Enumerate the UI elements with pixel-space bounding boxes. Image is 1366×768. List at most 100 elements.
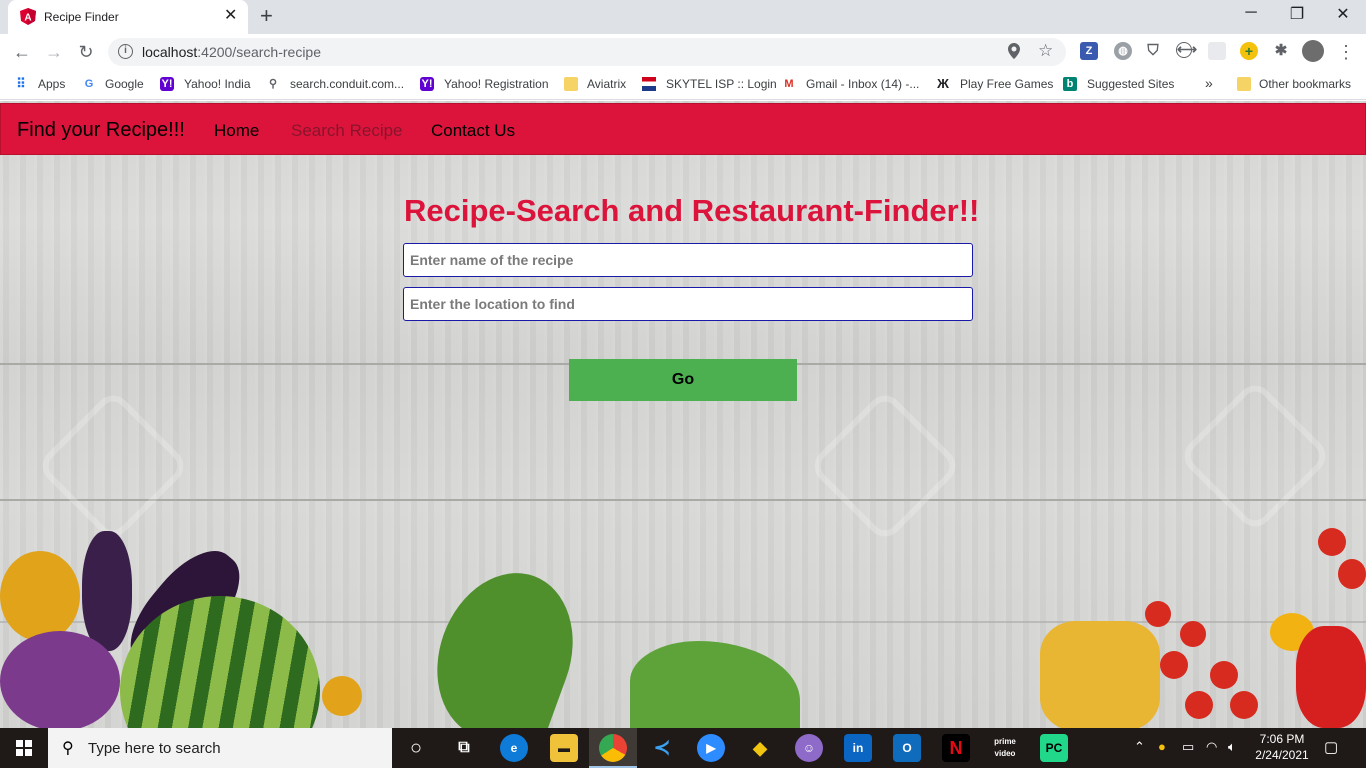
shield-extension-icon[interactable]: ⛉ [1144,42,1162,60]
location-input[interactable] [403,287,973,321]
plank-line [0,499,1366,501]
bookmark-aviatrix[interactable]: Aviatrix [587,77,626,91]
file-explorer-icon[interactable]: ▬ [550,734,578,762]
back-button[interactable]: ← [10,40,34,64]
puzzle-extensions-icon[interactable]: ✱ [1272,42,1290,60]
yahoo-icon: Y! [420,77,434,91]
tray-app-icon[interactable]: ● [1158,739,1166,754]
bookmark-star-icon[interactable]: ☆ [1038,41,1053,61]
bookmarks-overflow-button[interactable]: » [1205,75,1213,91]
bookmark-yahoo-registration[interactable]: Yahoo! Registration [444,77,549,91]
reload-button[interactable]: ↻ [74,40,98,64]
close-tab-icon[interactable]: ✕ [224,7,237,25]
notifications-icon[interactable]: ▢ [1324,738,1338,756]
blank-extension-icon[interactable] [1208,42,1226,60]
plus-extension-icon[interactable]: + [1240,42,1258,60]
watermark-shape [1177,378,1333,534]
squash-decoration [0,551,80,641]
site-info-icon[interactable]: i [118,44,133,59]
wifi-icon[interactable]: ◠ [1206,739,1217,755]
volume-icon[interactable]: 🔈︎ [1228,739,1236,755]
bookmark-suggested-sites[interactable]: Suggested Sites [1087,77,1174,91]
taskbar-search-box[interactable]: ⚲ Type here to search [48,728,392,768]
pycharm-icon[interactable]: PC [1040,734,1068,762]
nav-link-contact-us[interactable]: Contact Us [431,121,515,141]
prime-video-icon[interactable]: prime video [991,734,1019,762]
tab-title: Recipe Finder [44,10,119,24]
eggplant-decoration [82,531,132,651]
bookmark-google[interactable]: Google [105,77,144,91]
cherry-tomato-decoration [1318,528,1346,556]
vpn-extension-icon[interactable]: ⟷ [1176,42,1197,58]
globe-extension-icon[interactable]: ◍ [1114,42,1132,60]
new-tab-button[interactable]: + [260,5,273,27]
chrome-icon[interactable] [599,734,627,762]
navbar-brand[interactable]: Find your Recipe!!! [17,119,185,142]
minimize-button[interactable]: ─ [1228,4,1274,22]
github-desktop-icon[interactable]: ☺ [795,734,823,762]
cherry-tomato-decoration [1145,601,1171,627]
restore-button[interactable]: ❐ [1274,4,1320,24]
gitkraken-icon[interactable]: ◆ [746,734,774,762]
task-view-icon[interactable]: ⧉ [450,734,478,762]
clock-time: 7:06 PM [1259,732,1305,746]
linkedin-icon[interactable]: in [844,734,872,762]
profile-avatar[interactable] [1302,40,1324,62]
show-hidden-icons-chevron-icon[interactable]: ⌃ [1134,739,1145,755]
url-host: localhost [142,44,198,60]
bookmarks-bar: ⠿ Apps G Google Y! Yahoo! India ⚲ search… [0,70,1366,100]
address-bar[interactable]: i localhost:4200/search-recipe ☆ [108,38,1066,66]
watermark-shape [35,388,191,544]
angular-icon: A [20,8,36,25]
google-icon: G [84,78,94,90]
outlook-icon[interactable]: O [893,734,921,762]
tomato-decoration [322,676,362,716]
search-icon: ⚲ [268,78,278,90]
watermark-shape [807,388,963,544]
forward-button[interactable]: → [42,40,66,64]
bookmark-skytel[interactable]: SKYTEL ISP :: Login [666,77,777,91]
nav-link-search-recipe[interactable]: Search Recipe [291,121,403,141]
url-text: localhost:4200/search-recipe [142,44,321,60]
edge-icon[interactable]: e [500,734,528,762]
windows-logo-icon [16,740,32,756]
bookmark-conduit[interactable]: search.conduit.com... [290,77,404,91]
windows-taskbar: ⚲ Type here to search ○ ⧉ e ▬ ≺ ▶ ◆ ☺ in… [0,728,1366,768]
search-icon: ⚲ [62,740,74,757]
svg-text:A: A [24,13,31,24]
chrome-menu-icon[interactable]: ⋮ [1334,40,1358,64]
battery-icon[interactable]: ▭ [1182,739,1194,755]
cortana-icon[interactable]: ○ [402,734,430,762]
folder-icon [1237,77,1251,91]
folder-icon [564,77,578,91]
bookmark-gmail[interactable]: Gmail - Inbox (14) -... [806,77,919,91]
nav-link-home[interactable]: Home [214,121,259,141]
zoom-icon[interactable]: ▶ [697,734,725,762]
location-pin-icon[interactable] [1008,43,1020,63]
close-window-button[interactable]: ✕ [1320,4,1366,24]
bookmark-yahoo-india[interactable]: Yahoo! India [184,77,251,91]
start-button[interactable] [0,728,48,768]
clock-date: 2/24/2021 [1255,748,1309,762]
url-path: :4200/search-recipe [197,44,322,60]
page-viewport: Find your Recipe!!! Home Search Recipe C… [0,101,1366,728]
bookmark-play-free-games[interactable]: Play Free Games [960,77,1053,91]
cherry-tomato-decoration [1210,661,1238,689]
cherry-tomato-decoration [1338,559,1366,589]
taskbar-clock[interactable]: 7:06 PM 2/24/2021 [1250,731,1314,763]
bookmark-apps[interactable]: Apps [38,77,65,91]
netflix-icon[interactable]: N [942,734,970,762]
cherry-tomato-decoration [1160,651,1188,679]
other-bookmarks[interactable]: Other bookmarks [1259,77,1351,91]
browser-tab[interactable]: A Recipe Finder ✕ [8,0,248,34]
vscode-icon[interactable]: ≺ [648,734,676,762]
browser-toolbar: ← → ↻ i localhost:4200/search-recipe ☆ Z… [0,34,1366,70]
page-heading: Recipe-Search and Restaurant-Finder!! [404,193,980,228]
go-button[interactable]: Go [569,359,797,401]
gmail-icon: M [784,78,794,90]
recipe-name-input[interactable] [403,243,973,277]
flag-icon [642,77,656,91]
browser-tabstrip: A Recipe Finder ✕ + ─ ❐ ✕ [0,0,1366,34]
bing-icon: b [1063,77,1077,91]
zoho-extension-icon[interactable]: Z [1080,42,1098,60]
